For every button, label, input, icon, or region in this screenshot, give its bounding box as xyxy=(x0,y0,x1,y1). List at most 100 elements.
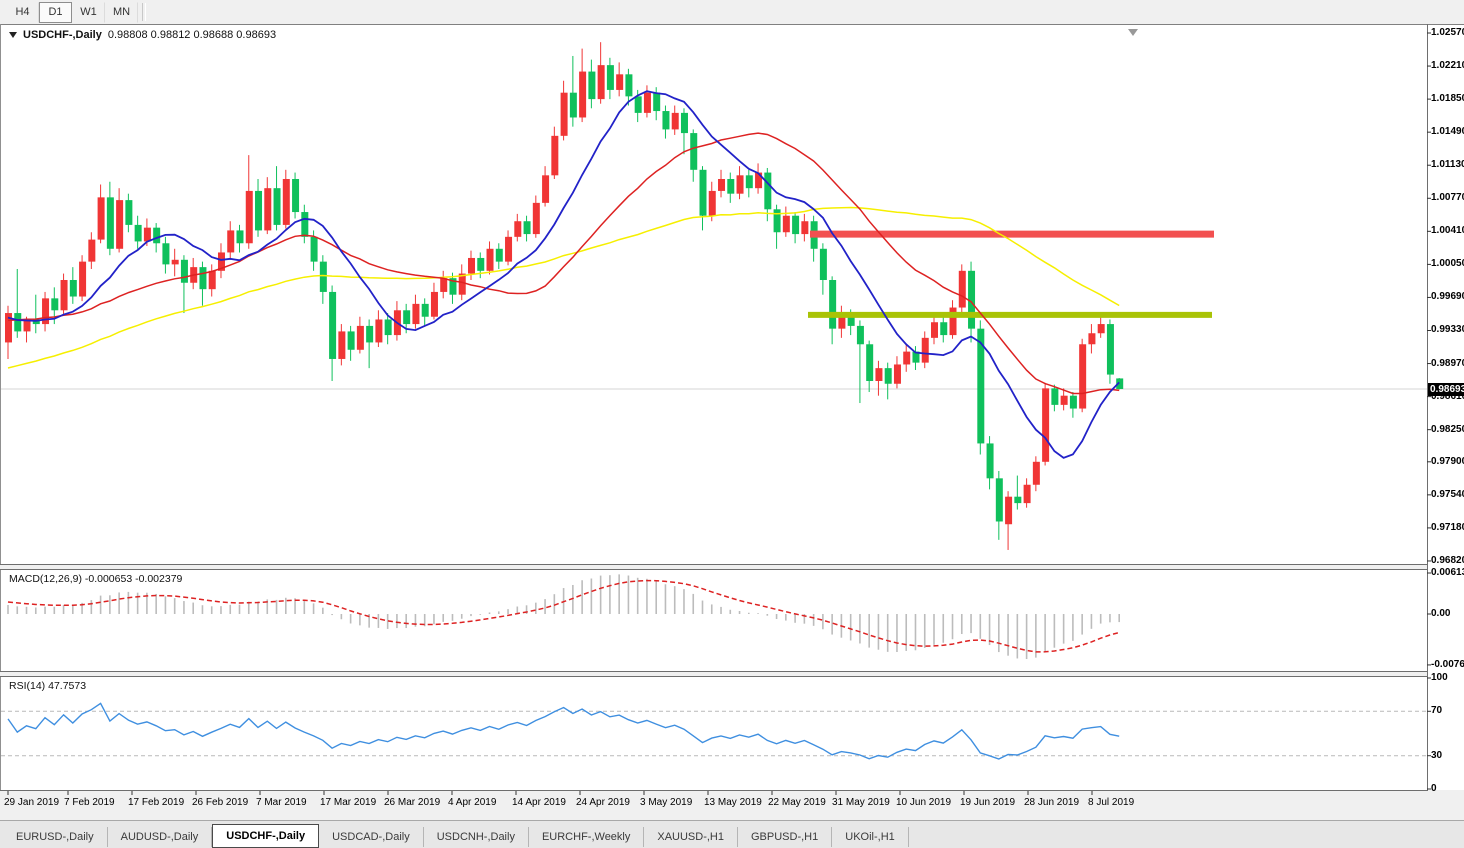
candle xyxy=(542,166,549,206)
date-tick-label: 19 Jun 2019 xyxy=(960,797,1015,808)
candle xyxy=(959,264,966,315)
candle xyxy=(746,170,753,198)
candle xyxy=(662,106,669,139)
symbol-tab-xauusd-h1[interactable]: XAUUSD-,H1 xyxy=(644,827,738,847)
candle xyxy=(237,225,244,253)
price-tick-label: 1.01130 xyxy=(1431,160,1464,170)
candle xyxy=(838,306,845,338)
candle xyxy=(579,49,586,122)
candle xyxy=(700,166,707,230)
price-tick-label: 1.00410 xyxy=(1431,226,1464,236)
candle xyxy=(199,262,206,306)
price-tick-label: 1.00770 xyxy=(1431,193,1464,203)
date-tick-label: 7 Feb 2019 xyxy=(64,797,115,808)
axis-ticks xyxy=(8,33,1431,795)
price-tick-label: 0.96820 xyxy=(1431,556,1464,566)
candle xyxy=(88,232,95,269)
candle xyxy=(209,264,216,296)
candle xyxy=(1079,339,1086,412)
candle xyxy=(42,292,49,331)
candle xyxy=(246,155,253,249)
candle xyxy=(70,267,77,304)
candle xyxy=(227,221,234,260)
date-tick-label: 8 Jul 2019 xyxy=(1088,797,1134,808)
price-tick-label: 1.02210 xyxy=(1431,61,1464,71)
candle xyxy=(755,163,762,193)
price-tick-label: 1.01850 xyxy=(1431,94,1464,104)
macd-tick-label: 0.00613 xyxy=(1431,568,1464,578)
price-tick-label: 0.97900 xyxy=(1431,457,1464,467)
symbol-tab-eurchf-weekly[interactable]: EURCHF-,Weekly xyxy=(529,827,644,847)
current-price-label: 0.98693 xyxy=(1428,383,1464,396)
candle xyxy=(505,230,512,265)
candle xyxy=(274,166,281,230)
date-tick-label: 17 Mar 2019 xyxy=(320,797,376,808)
candle xyxy=(320,255,327,304)
candle xyxy=(996,471,1003,540)
price-tick-label: 1.02570 xyxy=(1431,28,1464,38)
candle xyxy=(718,170,725,198)
candle xyxy=(422,298,429,326)
candle xyxy=(5,306,12,359)
date-tick-label: 3 May 2019 xyxy=(640,797,692,808)
date-tick-label: 26 Mar 2019 xyxy=(384,797,440,808)
price-tick-label: 0.98970 xyxy=(1431,359,1464,369)
main-chart-layer xyxy=(1,42,1427,550)
date-tick-label: 22 May 2019 xyxy=(768,797,826,808)
candle xyxy=(737,166,744,199)
date-tick-label: 29 Jan 2019 xyxy=(4,797,59,808)
candle xyxy=(440,271,447,299)
symbol-tab-ukoil-h1[interactable]: UKOil-,H1 xyxy=(832,827,909,847)
candle xyxy=(561,81,568,141)
candle xyxy=(125,194,132,233)
chart-dropdown-icon[interactable] xyxy=(9,32,17,38)
candle xyxy=(1005,491,1012,550)
candle xyxy=(366,319,373,368)
chart-canvas[interactable] xyxy=(0,0,1464,848)
price-tick-label: 0.97180 xyxy=(1431,523,1464,533)
candle xyxy=(727,173,734,203)
candle xyxy=(783,207,790,237)
price-tick-label: 0.99690 xyxy=(1431,292,1464,302)
candle xyxy=(792,212,799,243)
symbol-tab-gbpusd-h1[interactable]: GBPUSD-,H1 xyxy=(738,827,832,847)
candle xyxy=(1024,478,1031,507)
symbol-tab-usdcad-daily[interactable]: USDCAD-,Daily xyxy=(319,827,424,847)
candle xyxy=(811,216,818,262)
symbol-tab-usdcnh-daily[interactable]: USDCNH-,Daily xyxy=(424,827,529,847)
date-tick-label: 10 Jun 2019 xyxy=(896,797,951,808)
candle xyxy=(264,177,271,234)
chart-ohlc-readout: 0.98808 0.98812 0.98688 0.98693 xyxy=(108,29,276,41)
candle xyxy=(690,129,697,181)
candle xyxy=(875,361,882,396)
candle xyxy=(931,315,938,344)
candle xyxy=(903,344,910,372)
chart-shift-marker xyxy=(1128,29,1138,36)
candle xyxy=(1014,476,1021,510)
candle xyxy=(412,295,419,329)
candle xyxy=(98,185,105,244)
symbol-tab-audusd-daily[interactable]: AUDUSD-,Daily xyxy=(108,827,213,847)
candle xyxy=(607,58,614,99)
candle xyxy=(496,243,503,269)
candle xyxy=(61,274,68,315)
mt4-window: H4D1W1MN USDCHF-,Daily 0.98808 0.98812 0… xyxy=(0,0,1464,848)
candle xyxy=(255,179,262,237)
candle xyxy=(33,295,40,334)
candle xyxy=(79,255,86,301)
price-tick-label: 1.00050 xyxy=(1431,259,1464,269)
symbol-tab-usdchf-daily[interactable]: USDCHF-,Daily xyxy=(212,824,319,848)
macd-indicator-label: MACD(12,26,9) -0.000653 -0.002379 xyxy=(9,573,182,585)
candle xyxy=(950,300,957,339)
candle xyxy=(338,324,345,365)
candle xyxy=(190,258,197,289)
macd-tick-label: 0.00 xyxy=(1431,609,1450,619)
candle xyxy=(116,188,123,252)
candle xyxy=(533,196,540,238)
candle xyxy=(283,170,290,229)
symbol-tab-eurusd-daily[interactable]: EURUSD-,Daily xyxy=(3,827,108,847)
price-tick-label: 0.99330 xyxy=(1431,325,1464,335)
date-tick-label: 17 Feb 2019 xyxy=(128,797,184,808)
candle xyxy=(857,320,864,403)
candle xyxy=(348,326,355,361)
